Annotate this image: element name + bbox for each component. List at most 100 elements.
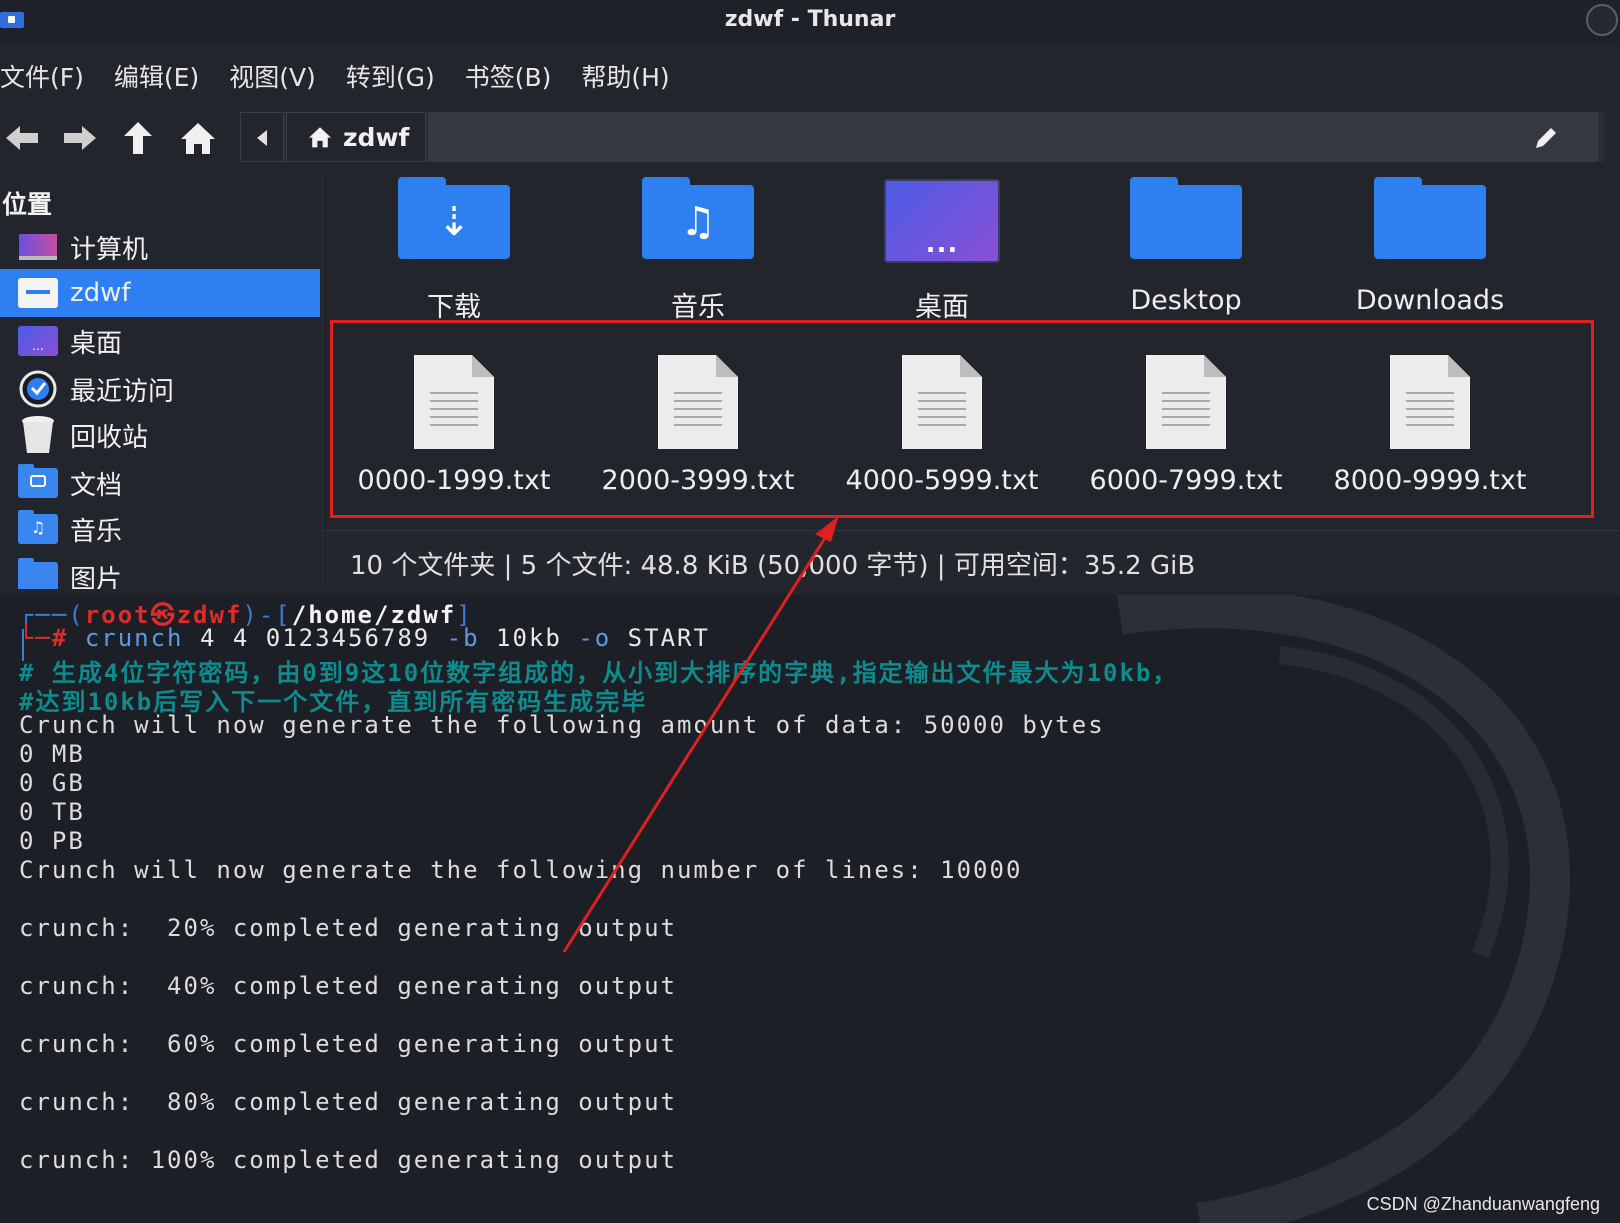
output-line: crunch: 100% completed generating output	[19, 1146, 677, 1174]
path-scroll-left-button[interactable]	[240, 112, 284, 162]
title-bar: zdwf - Thunar	[0, 0, 1620, 42]
recent-clock-icon	[18, 370, 58, 408]
file-label: 8000-9999.txt	[1333, 465, 1527, 496]
command-args: 10kb	[479, 624, 579, 652]
sidebar-item-pictures[interactable]: 图片	[0, 553, 320, 589]
sidebar-item-trash[interactable]: 回收站	[0, 411, 320, 459]
sidebar-heading: 位置	[2, 190, 53, 219]
window-title: zdwf - Thunar	[724, 7, 896, 32]
home-icon	[181, 123, 215, 154]
folder-label: 桌面	[915, 292, 969, 323]
menu-bar: 文件(F) 编辑(E) 视图(V) 转到(G) 书签(B) 帮助(H)	[0, 44, 700, 108]
command-flag: -b	[446, 624, 480, 652]
sidebar-item-music[interactable]: ♫ 音乐	[0, 505, 320, 553]
output-line: 0 GB	[19, 769, 85, 797]
sidebar-item-label: 最近访问	[70, 376, 175, 407]
output-line: crunch: 80% completed generating output	[19, 1088, 677, 1116]
folder-item[interactable]: Downloads	[1310, 177, 1550, 316]
text-file-icon	[412, 353, 496, 451]
command-args: START	[611, 624, 710, 652]
output-line: 0 TB	[19, 798, 85, 826]
menu-edit[interactable]: 编辑(E)	[114, 58, 199, 94]
location-bar: zdwf	[240, 112, 1620, 162]
status-text: 10 个文件夹 | 5 个文件: 48.8 KiB (50,000 字节) | …	[350, 551, 1196, 581]
prompt-hash: └─#	[19, 624, 69, 652]
sidebar-item-documents[interactable]: 文档	[0, 459, 320, 507]
arrow-up-icon	[124, 122, 152, 154]
text-file-icon	[900, 353, 984, 451]
sidebar-item-label: 回收站	[70, 422, 149, 453]
text-file-icon	[1144, 353, 1228, 451]
file-view: ⇣ 下载 ♫ 音乐 ... 桌面 Desktop Downloads 0000-…	[324, 175, 1620, 530]
terminal-window[interactable]: ┌──(root㉿zdwf)-[/home/zdwf] └─# crunch 4…	[0, 595, 1620, 1223]
forward-button[interactable]	[60, 120, 100, 156]
menu-file[interactable]: 文件(F)	[0, 58, 84, 94]
sidebar-item-label: 图片	[70, 564, 123, 590]
command-name: crunch	[84, 624, 184, 652]
folder-item[interactable]: ♫ 音乐	[578, 177, 818, 324]
file-label: 6000-7999.txt	[1089, 465, 1283, 496]
path-field[interactable]	[428, 112, 1598, 162]
computer-icon	[18, 230, 58, 264]
back-button[interactable]	[2, 120, 42, 156]
breadcrumb-home[interactable]: zdwf	[286, 112, 426, 162]
arrow-left-icon	[6, 126, 38, 150]
path-scroll-right-button[interactable]	[1604, 112, 1620, 162]
file-label: 2000-3999.txt	[601, 465, 795, 496]
sidebar-item-label: 文档	[70, 470, 123, 501]
window-close-button[interactable]	[1586, 4, 1618, 36]
sidebar-item-label: 计算机	[70, 234, 149, 265]
desktop-folder-icon: ...	[884, 179, 1000, 263]
file-item[interactable]: 0000-1999.txt	[334, 353, 574, 496]
folder-item[interactable]: ... 桌面	[822, 179, 1062, 324]
download-folder-icon: ⇣	[398, 177, 510, 259]
pencil-icon[interactable]	[1532, 124, 1560, 152]
sidebar-item-desktop[interactable]: ... 桌面	[0, 317, 320, 365]
output-line: Crunch will now generate the following a…	[19, 711, 1105, 739]
music-folder-icon: ♫	[642, 177, 754, 259]
folder-icon	[1374, 177, 1486, 259]
file-item[interactable]: 6000-7999.txt	[1066, 353, 1306, 496]
folder-icon	[1130, 177, 1242, 259]
sidebar-item-recent[interactable]: 最近访问	[0, 365, 320, 413]
home-folder-icon	[18, 276, 58, 310]
file-item[interactable]: 8000-9999.txt	[1310, 353, 1550, 496]
command-line: └─# crunch 4 4 0123456789 -b 10kb -o STA…	[19, 624, 710, 652]
trash-icon	[18, 416, 58, 453]
folder-label: 音乐	[671, 292, 725, 323]
file-item[interactable]: 2000-3999.txt	[578, 353, 818, 496]
output-line: crunch: 20% completed generating output	[19, 914, 677, 942]
folder-label: Downloads	[1355, 285, 1505, 316]
menu-help[interactable]: 帮助(H)	[581, 58, 669, 94]
menu-bookmarks[interactable]: 书签(B)	[465, 58, 552, 94]
sidebar-item-label: zdwf	[70, 278, 131, 308]
desktop-folder-icon: ...	[18, 324, 58, 358]
command-flag: -o	[578, 624, 612, 652]
text-file-icon	[656, 353, 740, 451]
sidebar-item-zdwf[interactable]: zdwf	[0, 269, 320, 317]
output-line: crunch: 40% completed generating output	[19, 972, 677, 1000]
output-line: Crunch will now generate the following n…	[19, 856, 1023, 884]
file-item[interactable]: 4000-5999.txt	[822, 353, 1062, 496]
arrow-right-icon	[64, 126, 96, 150]
menu-view[interactable]: 视图(V)	[229, 58, 316, 94]
sidebar-item-computer[interactable]: 计算机	[0, 223, 320, 271]
folder-label: 下载	[427, 292, 481, 323]
command-args: 4 4 0123456789	[183, 624, 447, 652]
csdn-watermark: CSDN @Zhanduanwangfeng	[1366, 1194, 1600, 1214]
home-button[interactable]	[178, 120, 218, 156]
sidebar-item-label: 桌面	[70, 328, 123, 359]
kali-dragon-watermark	[1116, 595, 1570, 1223]
folder-item[interactable]: Desktop	[1066, 177, 1306, 316]
parent-folder-button[interactable]	[118, 120, 158, 156]
text-file-icon	[1388, 353, 1472, 451]
output-line: 0 MB	[19, 740, 85, 768]
output-line: crunch: 60% completed generating output	[19, 1030, 677, 1058]
music-folder-icon: ♫	[18, 510, 58, 546]
documents-folder-icon	[18, 464, 58, 500]
menu-go[interactable]: 转到(G)	[346, 58, 435, 94]
status-bar: 10 个文件夹 | 5 个文件: 48.8 KiB (50,000 字节) | …	[324, 530, 1620, 591]
home-icon	[308, 127, 332, 148]
folder-item[interactable]: ⇣ 下载	[334, 177, 574, 324]
folder-label: Desktop	[1130, 285, 1242, 316]
